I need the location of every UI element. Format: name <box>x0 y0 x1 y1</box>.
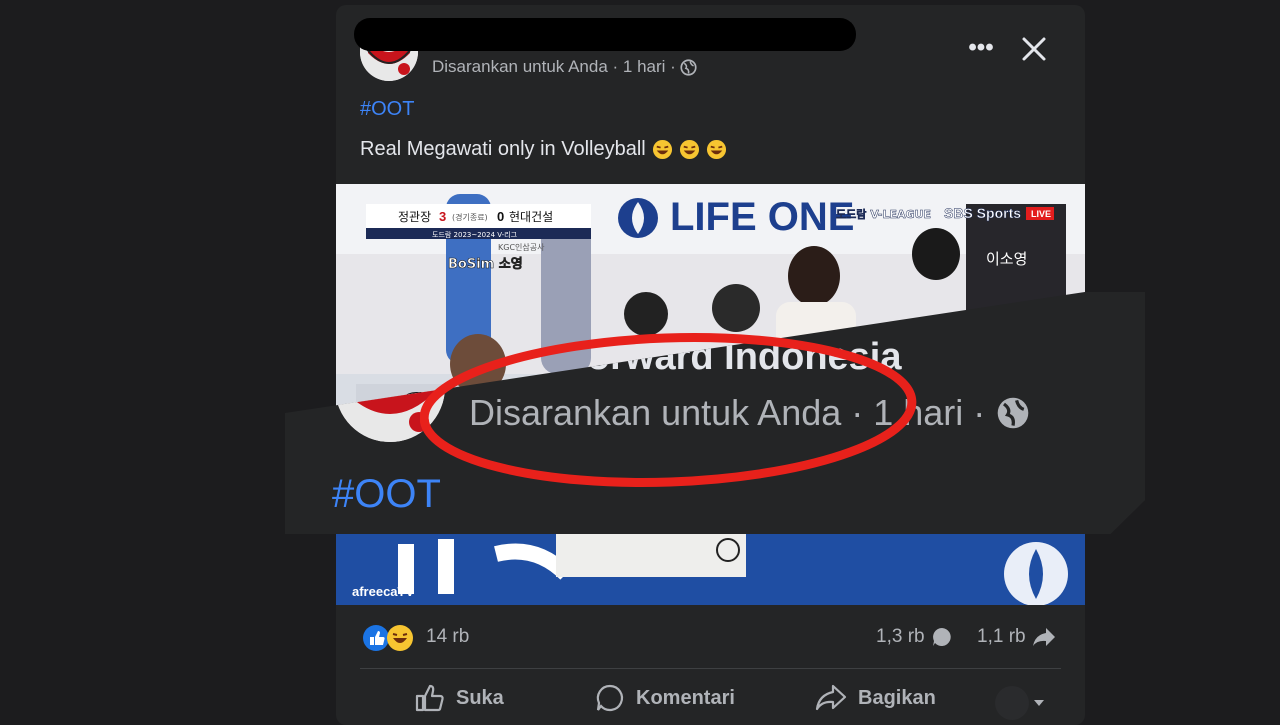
comment-count-text: 1,3 rb <box>876 626 925 647</box>
post-text-content: Real Megawati only in Volleyball <box>360 138 646 160</box>
reaction-icons[interactable] <box>362 624 414 652</box>
jersey-text: 이소영 <box>986 250 1027 268</box>
share-label: Bagikan <box>858 686 936 709</box>
thumbs-up-icon <box>415 684 444 712</box>
live-badge: LIVE <box>1031 209 1051 219</box>
post-meta: Disarankan untuk Anda · 1 hari · <box>432 57 697 77</box>
post-text: Real Megawati only in Volleyball <box>360 138 727 161</box>
audience-selector-icon[interactable] <box>994 685 1048 721</box>
caption-small: BoSim 소영 <box>448 257 523 272</box>
score-status: (경기종료) <box>452 212 488 222</box>
post-meta-text: Disarankan untuk Anda · 1 hari · <box>432 57 676 76</box>
share-count-text: 1,1 rb <box>977 626 1026 647</box>
comment-icon <box>596 684 624 712</box>
haha-reaction-icon <box>387 625 413 651</box>
laughing-emoji-icon <box>706 139 726 160</box>
comment-label: Komentari <box>636 686 735 709</box>
more-options-icon[interactable]: ••• <box>964 35 998 65</box>
team-tag: KGC인삼공사 <box>498 242 545 252</box>
globe-icon <box>680 58 697 76</box>
score-home-value: 3 <box>439 209 446 224</box>
share-count[interactable]: 1,1 rb <box>977 626 1056 648</box>
post-stats: 14 rb 1,3 rb 1,1 rb <box>336 610 1085 664</box>
sponsor-text: LIFE ONE <box>670 195 854 239</box>
zoomed-hashtag: #OOT <box>332 472 441 516</box>
score-away-value: 0 <box>497 209 504 224</box>
reaction-count[interactable]: 14 rb <box>426 626 469 648</box>
redacted-page-name <box>354 18 856 51</box>
divider <box>360 668 1061 669</box>
score-away: 현대건설 <box>509 210 553 224</box>
watermark-text: afreecaTV <box>352 584 414 599</box>
zoomed-meta: Disarankan untuk Anda · 1 hari · <box>469 392 1031 434</box>
like-button[interactable]: Suka <box>414 683 504 713</box>
comment-bubble-icon <box>932 628 951 646</box>
score-subtitle: 도드람 2023~2024 V-리그 <box>432 230 518 239</box>
broadcaster-text: SBS Sports <box>944 205 1021 221</box>
laughing-emoji-icon <box>652 139 672 160</box>
comment-count[interactable]: 1,3 rb <box>876 626 953 648</box>
post-hashtag[interactable]: #OOT <box>360 98 414 121</box>
zoomed-globe-icon <box>997 397 1029 429</box>
league-text: 도드람 V-LEAGUE <box>836 208 931 221</box>
zoomed-meta-text: Disarankan untuk Anda · 1 hari · <box>469 392 986 433</box>
share-icon <box>815 684 847 711</box>
share-arrow-icon <box>1032 628 1055 646</box>
comment-button[interactable]: Komentari <box>594 683 735 713</box>
like-label: Suka <box>456 686 504 709</box>
close-icon[interactable] <box>1018 33 1050 65</box>
share-button[interactable]: Bagikan <box>814 683 936 713</box>
score-home: 정관장 <box>398 210 431 224</box>
laughing-emoji-icon <box>679 139 699 160</box>
post-actions: Suka Komentari Bagikan <box>336 677 1085 725</box>
